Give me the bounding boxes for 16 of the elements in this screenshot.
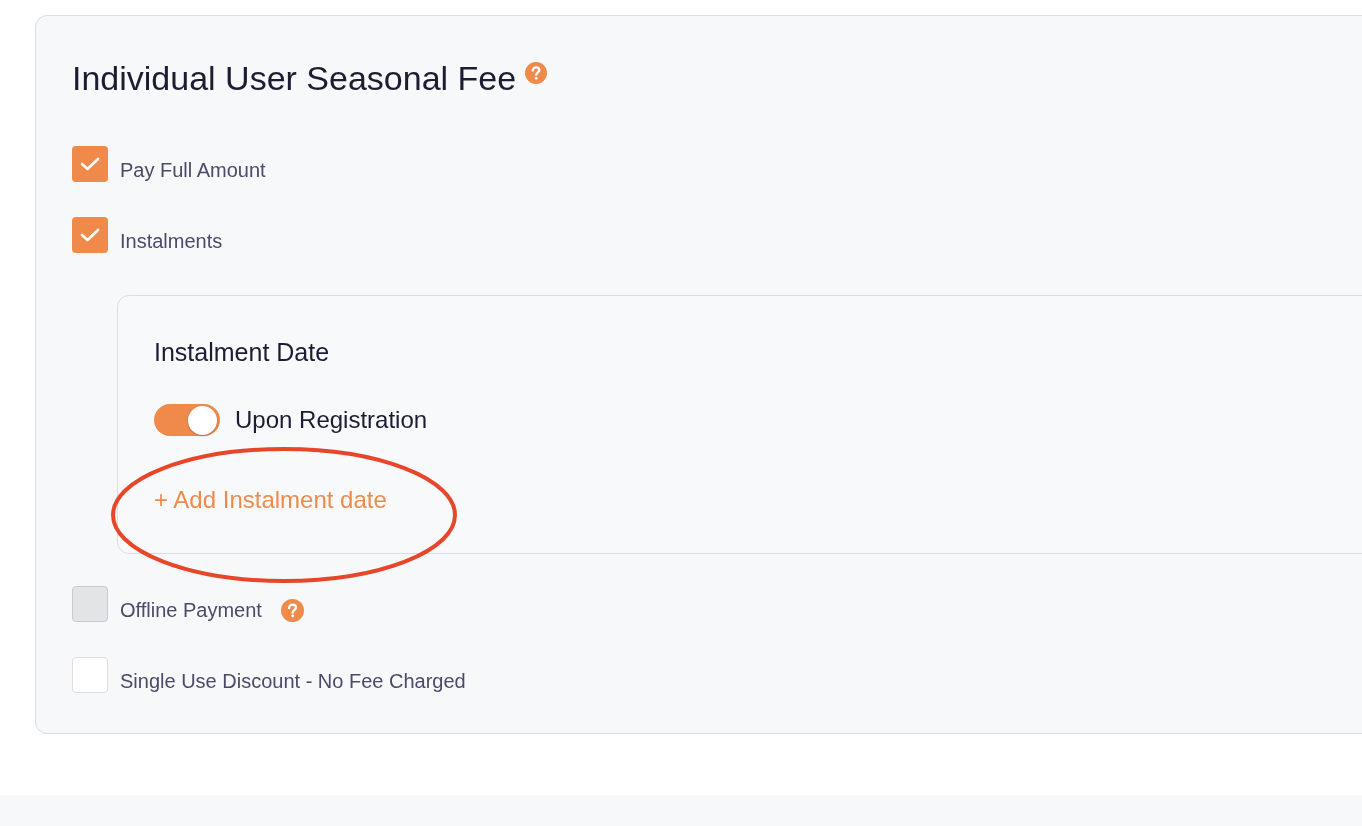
toggle-label: Upon Registration [235, 406, 428, 434]
toggle-knob [188, 405, 217, 435]
option-label: Single Use Discount - No Fee Charged [120, 669, 466, 693]
panel-heading: Instalment Date [154, 338, 330, 366]
checkbox[interactable] [72, 146, 108, 182]
option-label: Pay Full Amount [120, 158, 266, 182]
checkbox[interactable] [72, 657, 108, 693]
checkbox[interactable] [72, 217, 108, 253]
add-instalment-link[interactable]: + Add Instalment date [154, 486, 387, 514]
checkmark-icon [80, 157, 100, 171]
option-label: Offline Payment [120, 598, 262, 622]
checkmark-icon [80, 228, 100, 242]
option-label: Instalments [120, 229, 223, 253]
toggle-switch[interactable] [154, 404, 220, 436]
help-icon[interactable] [525, 62, 548, 84]
section-title: Individual User Seasonal Fee [72, 58, 517, 98]
